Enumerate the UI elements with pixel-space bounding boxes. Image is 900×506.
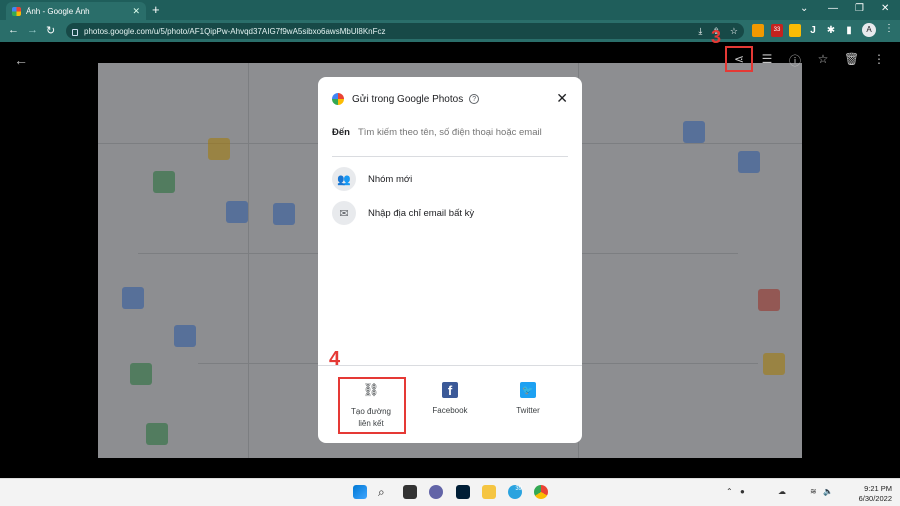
photoshop-icon[interactable] bbox=[456, 485, 470, 499]
new-group-label: Nhóm mới bbox=[368, 173, 413, 185]
browser-tab[interactable]: Ảnh - Google Ảnh ✕ bbox=[6, 2, 146, 20]
browser-tab-strip: Ảnh - Google Ảnh ✕ + ⌄ — ❐ ✕ bbox=[0, 0, 900, 20]
facebook-share-button[interactable]: f Facebook bbox=[410, 380, 490, 415]
favorite-star-icon[interactable]: ☆ bbox=[816, 52, 830, 66]
chat-icon[interactable] bbox=[429, 485, 443, 499]
onedrive-icon[interactable]: ☁ bbox=[778, 487, 786, 496]
tab-title: Ảnh - Google Ảnh bbox=[26, 6, 90, 16]
new-tab-button[interactable]: + bbox=[152, 3, 160, 17]
info-icon[interactable]: ⓘ bbox=[788, 52, 802, 69]
windows-taskbar: ⌕ 39 ⌃ ● ☁ ≋ 🔈 9:21 PM 6/30/2022 bbox=[0, 478, 900, 506]
extension-orange-icon[interactable] bbox=[752, 24, 764, 37]
url-text: photos.google.com/u/5/photo/AF1QipPw-Ahv… bbox=[84, 26, 386, 36]
twitter-share-button[interactable]: 🐦 Twitter bbox=[488, 380, 568, 415]
side-panel-icon[interactable]: ▮ bbox=[843, 24, 855, 37]
back-icon[interactable]: ← bbox=[8, 24, 19, 36]
more-options-icon[interactable]: ⋮ bbox=[872, 52, 886, 66]
extension-j-icon[interactable]: J bbox=[807, 24, 819, 37]
google-photos-favicon-icon bbox=[12, 6, 21, 16]
search-icon[interactable]: ⌕ bbox=[378, 485, 392, 499]
mail-icon: ✉ bbox=[332, 201, 356, 225]
tray-chevron-icon[interactable]: ⌃ bbox=[726, 487, 733, 496]
telegram-icon[interactable]: 39 bbox=[508, 485, 522, 499]
facebook-label: Facebook bbox=[432, 406, 468, 415]
address-bar[interactable]: photos.google.com/u/5/photo/AF1QipPw-Ahv… bbox=[66, 23, 744, 39]
help-icon[interactable]: ? bbox=[469, 94, 480, 104]
volume-icon[interactable]: 🔈 bbox=[823, 487, 833, 496]
enter-email-label: Nhập địa chỉ email bất kỳ bbox=[368, 207, 475, 219]
edit-adjust-icon[interactable]: ☰ bbox=[760, 52, 774, 66]
extensions-puzzle-icon[interactable]: ✱ bbox=[825, 24, 837, 37]
enter-email-option[interactable]: ✉ Nhập địa chỉ email bất kỳ bbox=[332, 201, 474, 225]
facebook-icon: f bbox=[442, 382, 458, 398]
delete-icon[interactable]: 🗑 bbox=[844, 52, 859, 66]
step4-highlight-box bbox=[338, 377, 406, 434]
browser-menu-icon[interactable]: ⋮ bbox=[884, 23, 894, 34]
tray-app-icon[interactable]: ● bbox=[740, 487, 745, 496]
lock-icon bbox=[72, 28, 78, 36]
dialog-divider bbox=[318, 365, 582, 366]
dialog-header: Gửi trong Google Photos ? bbox=[332, 93, 480, 105]
step3-highlight-box bbox=[725, 46, 753, 72]
dialog-title: Gửi trong Google Photos bbox=[352, 93, 464, 105]
clock-time: 9:21 PM bbox=[864, 484, 892, 493]
group-add-icon: 👥 bbox=[332, 167, 356, 191]
task-view-icon[interactable] bbox=[403, 485, 417, 499]
recipient-search-input[interactable] bbox=[357, 127, 558, 138]
extension-badge-icon[interactable]: 33 bbox=[771, 24, 783, 37]
close-window-icon[interactable]: ✕ bbox=[881, 3, 889, 14]
start-button-icon[interactable] bbox=[353, 485, 367, 499]
minimize-icon[interactable]: — bbox=[828, 3, 838, 14]
restore-icon[interactable]: ❐ bbox=[855, 3, 864, 14]
file-explorer-icon[interactable] bbox=[482, 485, 496, 499]
step3-label: 3 bbox=[711, 27, 722, 47]
forward-icon[interactable]: → bbox=[27, 24, 38, 36]
screen: Ảnh - Google Ảnh ✕ + ⌄ — ❐ ✕ ← → ↻ photo… bbox=[0, 0, 900, 506]
viewer-back-icon[interactable]: ← bbox=[14, 52, 28, 68]
new-group-option[interactable]: 👥 Nhóm mới bbox=[332, 167, 412, 191]
clock-date: 6/30/2022 bbox=[858, 494, 892, 503]
install-icon[interactable]: ⤓ bbox=[698, 26, 702, 37]
chrome-icon[interactable] bbox=[534, 485, 548, 499]
dialog-close-icon[interactable]: ✕ bbox=[556, 90, 568, 107]
google-photos-logo-icon bbox=[332, 93, 344, 105]
system-clock[interactable]: 9:21 PM 6/30/2022 bbox=[840, 484, 892, 504]
profile-avatar[interactable]: A bbox=[862, 23, 876, 37]
browser-toolbar: ← → ↻ photos.google.com/u/5/photo/AF1Qip… bbox=[0, 20, 900, 42]
wifi-icon[interactable]: ≋ bbox=[810, 487, 817, 496]
reload-icon[interactable]: ↻ bbox=[46, 24, 55, 37]
step4-label: 4 bbox=[329, 348, 341, 370]
twitter-label: Twitter bbox=[516, 406, 540, 415]
tab-search-icon[interactable]: ⌄ bbox=[800, 3, 808, 14]
extension-yellow-icon[interactable] bbox=[789, 24, 801, 37]
to-label: Đến bbox=[332, 127, 350, 138]
tab-close-icon[interactable]: ✕ bbox=[132, 6, 140, 17]
bookmark-star-icon[interactable]: ☆ bbox=[730, 26, 738, 37]
recipient-row: Đến bbox=[332, 127, 568, 157]
twitter-icon: 🐦 bbox=[520, 382, 536, 398]
